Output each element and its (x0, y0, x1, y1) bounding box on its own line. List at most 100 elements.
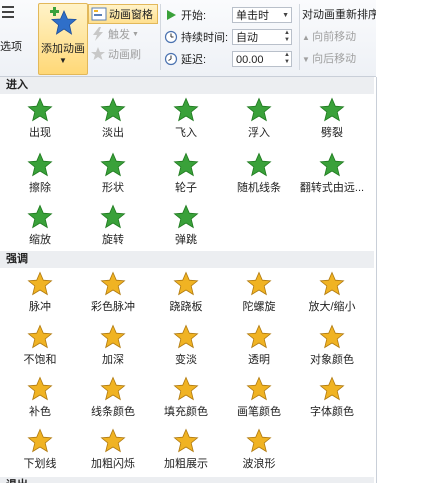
animation-item-label: 劈裂 (321, 127, 343, 139)
animation-item-label: 陀螺旋 (242, 301, 276, 313)
animation-item-label: 擦除 (29, 182, 51, 194)
animation-item[interactable]: 劈裂 (298, 97, 366, 139)
animation-item[interactable]: 加粗闪烁 (79, 428, 147, 470)
pulse-star-icon (27, 271, 53, 296)
animation-item[interactable]: 下划线 (6, 428, 74, 470)
animation-item[interactable]: 旋转 (79, 204, 147, 246)
animation-item-label: 画笔颜色 (237, 406, 281, 418)
animation-item[interactable]: 轮子 (152, 152, 220, 194)
effect-options-icon (2, 6, 14, 18)
ribbon-divider (299, 4, 300, 70)
animation-item[interactable]: 飞入 (152, 97, 220, 139)
animation-item-label: 形状 (102, 182, 124, 194)
animation-item[interactable]: 不饱和 (6, 324, 74, 366)
animations-ribbon: 选项 添加动画 ▼ 动画窗格 触发 ▼ 动画刷 开始: 单击时 ▼ 持续时间: … (0, 0, 376, 77)
add-animation-icon (49, 7, 78, 40)
complementary-color-star-icon (27, 376, 53, 401)
lightning-icon (90, 26, 106, 42)
animation-painter-button[interactable]: 动画刷 (88, 44, 158, 64)
animation-item-label: 变淡 (175, 354, 197, 366)
reorder-group: 对动画重新排序 ▲ 向前移动 ▼ 向后移动 (302, 4, 376, 70)
move-earlier-label: 向前移动 (312, 31, 357, 43)
animation-item[interactable]: 弹跳 (152, 204, 220, 246)
animation-item[interactable]: 补色 (6, 376, 74, 418)
animation-item-label: 加深 (102, 354, 124, 366)
animation-item-label: 加粗闪烁 (91, 458, 135, 470)
animation-item[interactable]: 擦除 (6, 152, 74, 194)
spinner-arrows-icon[interactable]: ▲ ▼ (284, 30, 290, 44)
animation-item-label: 跷跷板 (169, 301, 203, 313)
animation-item-label: 透明 (248, 354, 270, 366)
animation-item-label: 加粗展示 (164, 458, 208, 470)
spinner-arrows-icon[interactable]: ▲ ▼ (284, 52, 290, 66)
section-header-exit: 退出 (0, 477, 374, 483)
animation-item[interactable]: 缩放 (6, 204, 74, 246)
zoom-star-icon (27, 204, 53, 229)
play-icon (164, 8, 178, 22)
animation-item[interactable]: 填充颜色 (152, 376, 220, 418)
animation-pane-button[interactable]: 动画窗格 (88, 4, 158, 24)
animation-item-label: 填充颜色 (164, 406, 208, 418)
font-color-star-icon (319, 376, 345, 401)
split-star-icon (319, 97, 345, 122)
fill-color-star-icon (173, 376, 199, 401)
animation-item-label: 轮子 (175, 182, 197, 194)
effect-options-label[interactable]: 选项 (0, 38, 22, 54)
animation-item[interactable]: 随机线条 (225, 152, 293, 194)
duration-spinner[interactable]: 自动 ▲ ▼ (232, 29, 292, 45)
animation-item-label: 旋转 (102, 234, 124, 246)
delay-row: 延迟: 00.00 ▲ ▼ (164, 48, 298, 70)
animation-item-label: 线条颜色 (91, 406, 135, 418)
animation-item-label: 弹跳 (175, 234, 197, 246)
animation-item[interactable]: 跷跷板 (152, 271, 220, 313)
animation-item[interactable]: 加深 (79, 324, 147, 366)
move-earlier-button[interactable]: ▲ 向前移动 (302, 26, 376, 48)
swivel-star-icon (100, 204, 126, 229)
timing-group: 开始: 单击时 ▼ 持续时间: 自动 ▲ ▼ 延迟: 00.00 ▲ ▼ (164, 4, 298, 70)
start-select[interactable]: 单击时 ▼ (232, 7, 292, 23)
animation-item[interactable]: 脉冲 (6, 271, 74, 313)
line-color-star-icon (100, 376, 126, 401)
bold-flash-star-icon (100, 428, 126, 453)
animation-item[interactable]: 加粗展示 (152, 428, 220, 470)
section-header-entrance: 进入 (0, 77, 374, 94)
gallery-border (376, 77, 377, 483)
underline-star-icon (27, 428, 53, 453)
clock-icon (164, 30, 178, 44)
animation-item[interactable]: 浮入 (225, 97, 293, 139)
start-value: 单击时 (236, 10, 269, 22)
animation-item[interactable]: 出现 (6, 97, 74, 139)
animation-item[interactable]: 对象颜色 (298, 324, 366, 366)
ribbon-left-fragment: 选项 (0, 0, 36, 76)
start-row: 开始: 单击时 ▼ (164, 4, 298, 26)
animation-item-label: 翻转式由远... (299, 182, 365, 194)
animation-item[interactable]: 画笔颜色 (225, 376, 293, 418)
move-later-button[interactable]: ▼ 向后移动 (302, 48, 376, 70)
animation-item-label: 补色 (29, 406, 51, 418)
animation-item[interactable]: 线条颜色 (79, 376, 147, 418)
reorder-title: 对动画重新排序 (302, 9, 376, 21)
wave-star-icon (246, 428, 272, 453)
animation-item[interactable]: 变淡 (152, 324, 220, 366)
animation-item[interactable]: 放大/缩小 (298, 271, 366, 313)
wipe-star-icon (27, 152, 53, 177)
delay-value: 00.00 (236, 54, 264, 66)
delay-spinner[interactable]: 00.00 ▲ ▼ (232, 51, 292, 67)
add-animation-button[interactable]: 添加动画 ▼ (38, 3, 88, 75)
animation-item-label: 浮入 (248, 127, 270, 139)
trigger-button[interactable]: 触发 ▼ (88, 24, 158, 44)
animation-item[interactable]: 淡出 (79, 97, 147, 139)
duration-row: 持续时间: 自动 ▲ ▼ (164, 26, 298, 48)
animation-item[interactable]: 字体颜色 (298, 376, 366, 418)
animation-item-label: 不饱和 (23, 354, 57, 366)
animation-item[interactable]: 翻转式由远... (298, 152, 366, 194)
brush-color-star-icon (246, 376, 272, 401)
animation-item[interactable]: 波浪形 (225, 428, 293, 470)
animation-item[interactable]: 彩色脉冲 (79, 271, 147, 313)
animation-item[interactable]: 透明 (225, 324, 293, 366)
animation-item-label: 下划线 (23, 458, 57, 470)
animation-item[interactable]: 陀螺旋 (225, 271, 293, 313)
animation-item-label: 脉冲 (29, 301, 51, 313)
animation-item[interactable]: 形状 (79, 152, 147, 194)
chevron-down-icon: ▼ (132, 30, 139, 38)
